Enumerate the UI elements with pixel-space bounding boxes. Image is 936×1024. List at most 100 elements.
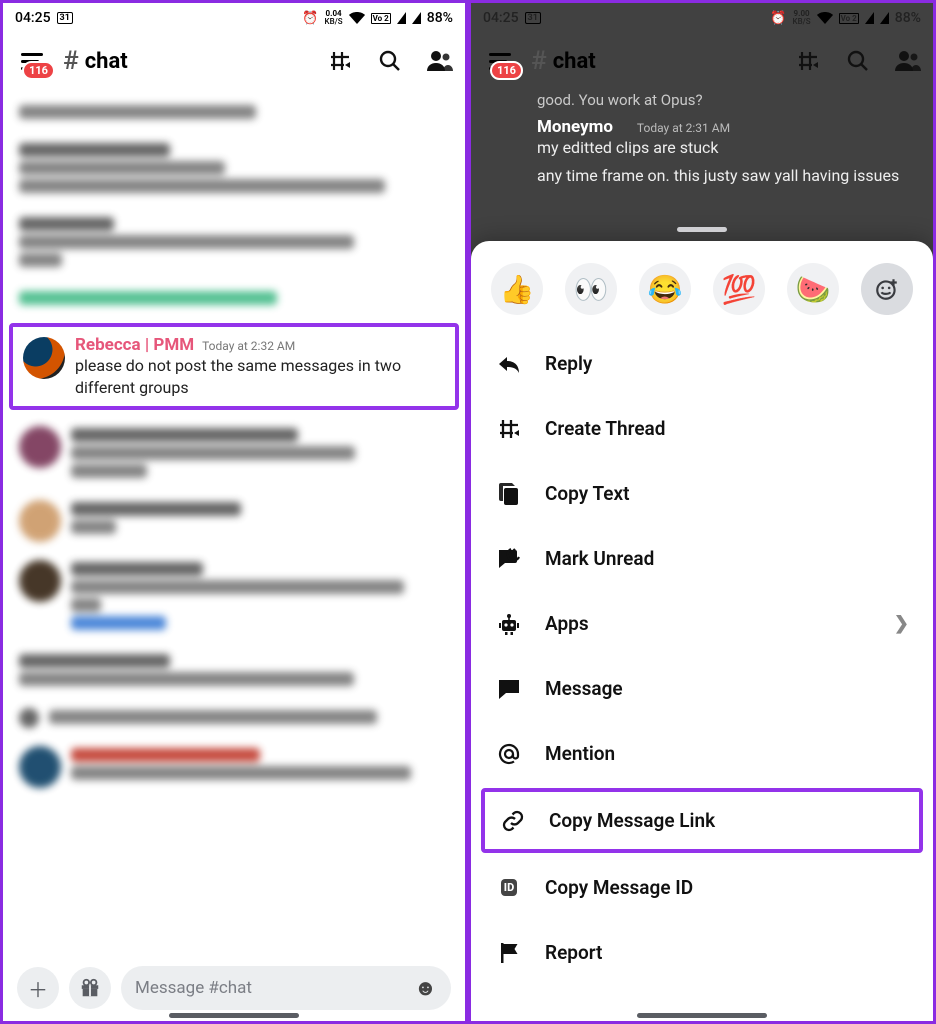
message-icon <box>495 678 523 700</box>
threads-icon[interactable] <box>327 48 353 74</box>
menu-create_thread[interactable]: Create Thread <box>471 396 933 461</box>
hash-icon: # <box>63 46 79 76</box>
reaction-more-icon[interactable] <box>861 263 913 315</box>
hash-icon: # <box>531 46 547 76</box>
alarm-icon: ⏰ <box>770 11 786 26</box>
wifi-icon <box>349 12 365 24</box>
unread-badge: 116 <box>22 61 55 80</box>
message-placeholder: Message #chat <box>135 978 252 998</box>
search-icon[interactable] <box>845 48 871 74</box>
message-time: Today at 2:32 AM <box>202 339 295 353</box>
gift-button[interactable] <box>69 967 111 1009</box>
menu-label: Copy Text <box>545 482 629 505</box>
menu-copy_text[interactable]: Copy Text <box>471 461 933 526</box>
blurred-messages-2 <box>3 412 465 800</box>
channel-header: 116 #chat <box>471 33 933 89</box>
avatar <box>23 337 65 379</box>
menu-label: Report <box>545 941 602 964</box>
members-icon[interactable] <box>895 48 921 74</box>
add-button[interactable]: ＋ <box>17 967 59 1009</box>
menu-button[interactable]: 116 <box>483 46 517 76</box>
flag-icon <box>495 941 523 965</box>
signal-2-icon <box>412 12 421 24</box>
status-bar: 04:25 31 ⏰ 0.04KB/S Vo 2 88% <box>3 3 465 33</box>
chevron-right-icon: ❯ <box>894 613 909 634</box>
menu-mention[interactable]: Mention <box>471 721 933 786</box>
nav-handle <box>169 1013 299 1018</box>
menu-report[interactable]: Report <box>471 920 933 985</box>
action-menu: Reply Create Thread Copy Text Mark Unread Ap… <box>471 331 933 1021</box>
menu-copy_id[interactable]: ID Copy Message ID <box>471 855 933 920</box>
menu-label: Create Thread <box>545 417 665 440</box>
message-input[interactable]: Message #chat ☻ <box>121 966 451 1010</box>
id-icon: ID <box>495 879 523 896</box>
volte-icon: Vo 2 <box>371 13 391 24</box>
calendar-icon: 31 <box>57 12 73 24</box>
unread-icon <box>495 548 523 570</box>
reply-context: good. You work at Opus? <box>537 89 933 117</box>
menu-label: Copy Message Link <box>549 809 715 832</box>
reaction-eyes[interactable]: 👀 <box>565 263 617 315</box>
menu-apps[interactable]: Apps ❯ <box>471 591 933 656</box>
unread-badge: 116 <box>490 61 523 80</box>
signal-2-icon <box>880 12 889 24</box>
volte-icon: Vo 2 <box>839 13 859 24</box>
sheet-grabber[interactable] <box>677 227 727 232</box>
channel-header: 116 # chat <box>3 33 465 89</box>
highlighted-message[interactable]: Rebecca | PMM Today at 2:32 AM please do… <box>9 323 459 410</box>
phone-right: 04:25 31 ⏰ 9.00KB/S Vo 2 88% 116 #chat <box>468 0 936 1024</box>
status-time: 04:25 <box>15 10 51 26</box>
mention-icon <box>495 742 523 766</box>
emoji-picker-icon[interactable]: ☻ <box>414 975 437 1001</box>
message-line: my editted clips are stuck <box>537 137 933 159</box>
message-action-sheet: 👍 👀 😂 💯 🍉 Reply Create Thread Copy Text Mar… <box>471 241 933 1021</box>
battery-text: 88% <box>427 10 453 26</box>
chat-scroll[interactable]: Rebecca | PMM Today at 2:32 AM please do… <box>3 89 465 955</box>
context-message: good. You work at Opus? Moneymo Today at… <box>471 89 933 186</box>
quick-reactions: 👍 👀 😂 💯 🍉 <box>471 241 933 331</box>
status-bar: 04:25 31 ⏰ 9.00KB/S Vo 2 88% <box>471 3 933 33</box>
nav-handle <box>637 1013 767 1018</box>
copy-icon <box>495 482 523 506</box>
menu-label: Apps <box>545 612 589 635</box>
search-icon[interactable] <box>377 48 403 74</box>
message-line: any time frame on. this justy saw yall h… <box>537 165 933 187</box>
battery-text: 88% <box>895 10 921 26</box>
reaction-joy[interactable]: 😂 <box>639 263 691 315</box>
menu-label: Copy Message ID <box>545 876 693 899</box>
phone-left: 04:25 31 ⏰ 0.04KB/S Vo 2 88% 116 # <box>0 0 468 1024</box>
menu-label: Mark Unread <box>545 547 654 570</box>
menu-label: Reply <box>545 352 592 375</box>
channel-name: chat <box>553 49 596 74</box>
menu-message[interactable]: Message <box>471 656 933 721</box>
reaction-100[interactable]: 💯 <box>713 263 765 315</box>
reply-icon <box>495 353 523 375</box>
thread-icon <box>495 417 523 441</box>
menu-label: Mention <box>545 742 615 765</box>
menu-mark_unread[interactable]: Mark Unread <box>471 526 933 591</box>
link-icon <box>499 809 527 833</box>
reaction-thumbs-up[interactable]: 👍 <box>491 263 543 315</box>
robot-icon <box>495 612 523 636</box>
menu-button[interactable]: 116 <box>15 46 49 76</box>
composer: ＋ Message #chat ☻ <box>3 955 465 1021</box>
menu-copy_link[interactable]: Copy Message Link <box>481 788 923 853</box>
message-author: Moneymo <box>537 117 613 137</box>
wifi-icon <box>817 12 833 24</box>
status-time: 04:25 <box>483 10 519 26</box>
channel-name: chat <box>85 49 128 74</box>
members-icon[interactable] <box>427 48 453 74</box>
message-author: Rebecca | PMM <box>75 335 194 355</box>
blurred-messages <box>3 89 465 321</box>
alarm-icon: ⏰ <box>302 11 318 26</box>
threads-icon[interactable] <box>795 48 821 74</box>
signal-1-icon <box>397 12 406 24</box>
reaction-watermelon[interactable]: 🍉 <box>787 263 839 315</box>
message-body: please do not post the same messages in … <box>75 355 445 398</box>
signal-1-icon <box>865 12 874 24</box>
calendar-icon: 31 <box>525 12 541 24</box>
menu-label: Message <box>545 677 623 700</box>
message-time: Today at 2:31 AM <box>637 121 730 135</box>
menu-reply[interactable]: Reply <box>471 331 933 396</box>
network-speed: 0.04KB/S <box>325 10 343 26</box>
